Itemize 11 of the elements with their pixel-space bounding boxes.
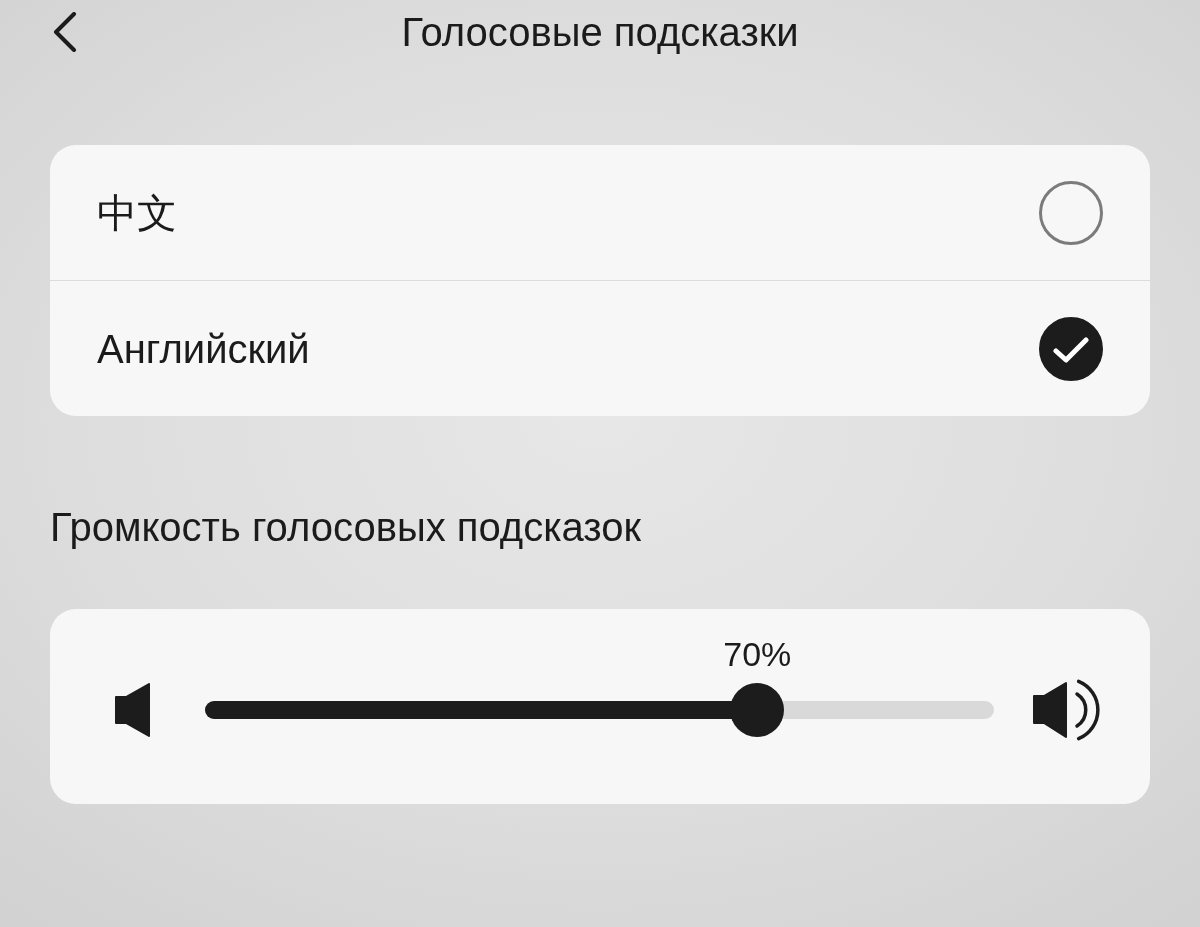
speaker-loud-icon xyxy=(1032,677,1100,743)
checkmark-icon xyxy=(1053,336,1089,363)
section-heading: Громкость голосовых подсказок xyxy=(50,504,642,551)
volume-percent: 70% xyxy=(723,634,792,674)
page-title: Голосовые подсказки xyxy=(401,9,799,56)
speaker-low-icon xyxy=(114,683,151,737)
radio-button[interactable] xyxy=(1039,180,1103,245)
language-label: 中文 xyxy=(97,189,177,237)
volume-slider[interactable] xyxy=(205,683,994,737)
chevron-left-icon xyxy=(52,12,78,52)
language-label: Английский xyxy=(97,325,310,373)
